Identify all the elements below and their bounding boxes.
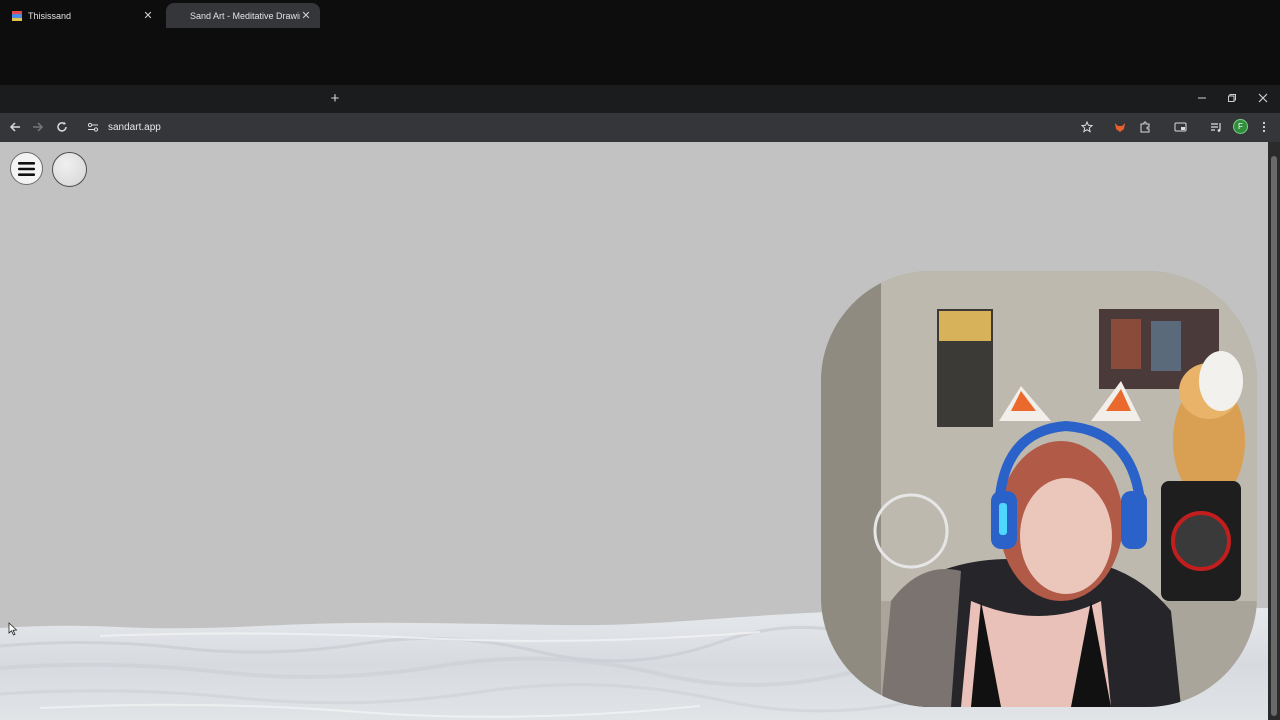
address-url: sandart.app	[108, 121, 161, 133]
extensions-button[interactable]	[1136, 118, 1154, 136]
back-button[interactable]	[6, 118, 24, 136]
fox-extension-icon	[1115, 123, 1125, 132]
cast-icon	[1174, 122, 1186, 132]
minimize-icon	[1198, 97, 1206, 99]
close-icon[interactable]: ✕	[300, 10, 312, 22]
reload-icon	[57, 121, 67, 132]
reload-button[interactable]	[53, 118, 71, 136]
thisissand-logo-icon	[12, 10, 22, 21]
cast-button[interactable]	[1171, 118, 1189, 136]
profile-avatar[interactable]: F	[1233, 119, 1248, 134]
browser-menu-button[interactable]	[1255, 118, 1273, 136]
mouse-cursor-icon	[8, 622, 18, 636]
minimize-button[interactable]	[1187, 88, 1217, 108]
webcam-overlay	[821, 271, 1257, 707]
browser-tab-strip	[0, 85, 1280, 113]
close-window-button[interactable]	[1248, 88, 1278, 108]
puzzle-icon	[1140, 121, 1150, 133]
app-menu-button[interactable]	[10, 152, 43, 185]
restore-icon	[1228, 94, 1236, 102]
address-bar[interactable]: sandart.app	[80, 117, 1104, 137]
tab-sand-art[interactable]: Sand Art - Meditative Drawing ✕	[166, 3, 320, 28]
tab-title: Sand Art - Meditative Drawing	[190, 10, 300, 21]
arrow-left-icon	[9, 122, 20, 132]
sand-color-picker-button[interactable]	[52, 152, 87, 187]
close-icon	[1258, 93, 1268, 103]
site-settings-icon[interactable]	[84, 119, 102, 135]
tab-thisissand[interactable]: Thisissand ✕	[4, 3, 162, 28]
restore-button[interactable]	[1217, 88, 1247, 108]
arrow-right-icon	[33, 122, 44, 132]
media-button[interactable]	[1207, 118, 1225, 136]
forward-button[interactable]	[29, 118, 47, 136]
bookmark-button[interactable]	[1078, 118, 1096, 136]
close-icon[interactable]: ✕	[142, 10, 154, 22]
tab-title: Thisissand	[28, 10, 72, 21]
hamburger-icon	[18, 161, 35, 176]
media-queue-icon	[1211, 123, 1221, 132]
scrollbar-thumb[interactable]	[1271, 156, 1277, 716]
star-icon	[1081, 121, 1093, 133]
page-scrollbar[interactable]	[1268, 142, 1280, 720]
new-tab-button[interactable]: +	[326, 88, 344, 108]
blank-favicon-icon	[174, 11, 184, 21]
kebab-menu-icon	[1262, 121, 1266, 133]
fox-extension-button[interactable]	[1111, 118, 1129, 136]
